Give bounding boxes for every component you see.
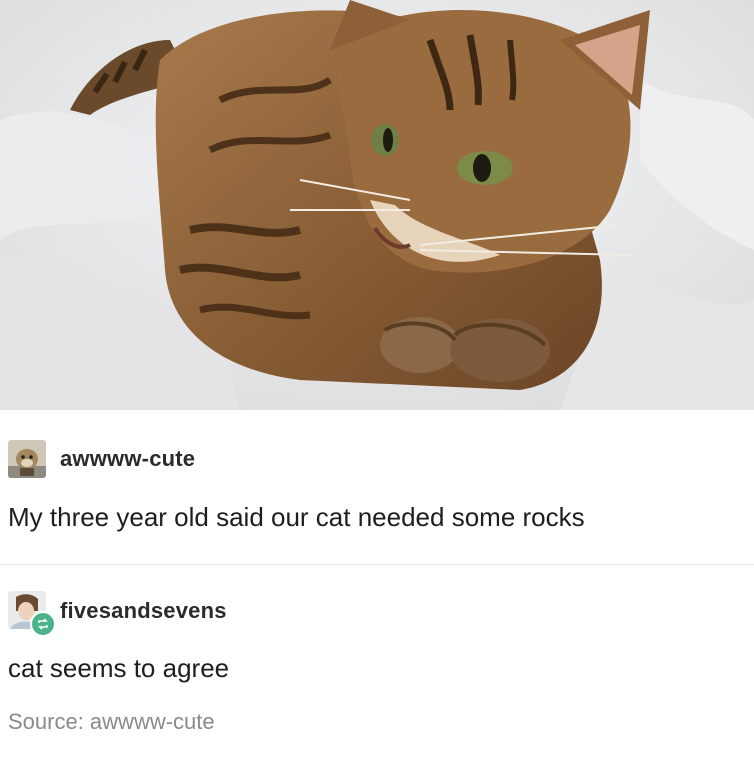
reblog-username[interactable]: fivesandsevens: [60, 598, 227, 624]
avatar-wrapper[interactable]: [8, 591, 56, 637]
post-header: awwww-cute: [8, 440, 195, 478]
post-text: My three year old said our cat needed so…: [8, 502, 585, 532]
source-link[interactable]: Source: awwww-cute: [8, 709, 215, 735]
post-username[interactable]: awwww-cute: [60, 446, 195, 472]
reblog-text: cat seems to agree: [8, 653, 230, 683]
dog-avatar-icon[interactable]: [8, 440, 46, 478]
cat-photo-illustration: [0, 0, 754, 410]
post-photo: [0, 0, 754, 410]
reblog-post: fivesandsevens cat seems to agree Source…: [0, 565, 754, 760]
reblog-header: fivesandsevens: [8, 591, 227, 637]
original-post: awwww-cute My three year old said our ca…: [0, 410, 754, 564]
reblog-icon: [30, 611, 56, 637]
